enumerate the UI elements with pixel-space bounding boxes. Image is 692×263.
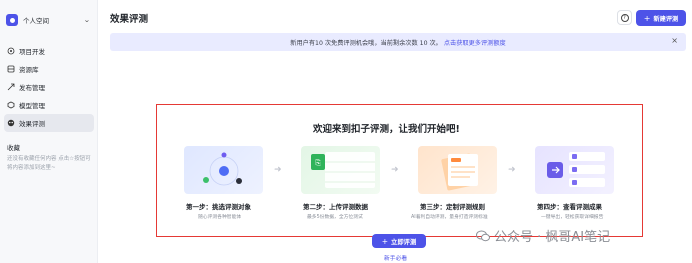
step-card-upload-data: ⎘ [301, 146, 380, 194]
model-icon [7, 101, 15, 109]
sidebar: 个人空间 ⌄ 项目开发 资源库 发布管理 模型管理 效果评测 收藏 还没有收藏任… [0, 0, 98, 263]
step-card-view-results [535, 146, 614, 194]
favorites-empty-text: 还没有收藏任何内容 点击☆按钮可将内容添加到这里~ [7, 156, 91, 171]
step-title: 第三步：定制评测规则 [420, 203, 485, 211]
help-button[interactable]: ? [617, 10, 632, 25]
welcome-title: 欢迎来到扣子评测，让我们开始吧! [313, 124, 460, 135]
publish-icon [7, 83, 15, 91]
step-desc: 最多5份数据，全方位测试 [307, 215, 363, 220]
question-icon: ? [620, 13, 629, 22]
sidebar-item-library[interactable]: 资源库 [4, 60, 94, 78]
page-title: 效果评测 [110, 14, 149, 25]
wechat-watermark: 公众号 · 枫哥AI笔记 [476, 226, 610, 245]
library-icon [7, 65, 15, 73]
sidebar-item-label: 模型管理 [19, 102, 45, 110]
space-name: 个人空间 [23, 17, 49, 25]
step-title: 第四步：查看评测成果 [537, 203, 602, 211]
evaluation-icon [7, 119, 15, 127]
sidebar-item-publish[interactable]: 发布管理 [4, 78, 94, 96]
sidebar-item-model[interactable]: 模型管理 [4, 96, 94, 114]
svg-text:⎘: ⎘ [315, 159, 321, 167]
step-desc: 一键导出，轻松获取详细报告 [541, 215, 604, 220]
watermark-text: 公众号 · 枫哥AI笔记 [494, 230, 611, 245]
space-avatar-icon [6, 14, 18, 26]
sidebar-nav: 项目开发 资源库 发布管理 模型管理 效果评测 [4, 42, 94, 132]
step-desc: AI着利自动评测，量身打造评测标准 [411, 215, 488, 220]
step-title: 第二步：上传评测数据 [303, 203, 368, 211]
new-evaluation-button[interactable]: + 新建评测 [636, 10, 686, 26]
start-evaluation-button[interactable]: + 立即评测 [372, 234, 426, 248]
sidebar-item-evaluation[interactable]: 效果评测 [4, 114, 94, 132]
start-evaluation-label: 立即评测 [391, 238, 417, 246]
close-icon[interactable]: × [671, 36, 678, 45]
beginner-guide-link[interactable]: 新手必看 [384, 253, 407, 262]
step-card-select-target [184, 146, 263, 194]
new-evaluation-label: 新建评测 [653, 15, 679, 23]
sidebar-item-label: 效果评测 [19, 120, 45, 128]
get-more-quota-link[interactable]: 点击获取更多评测额度 [444, 38, 506, 47]
space-switcher[interactable]: 个人空间 ⌄ [6, 12, 94, 28]
sidebar-item-label: 项目开发 [19, 48, 45, 56]
banner-text: 新用户有10 次免费评测机会哦，当前剩余次数 10 次。 [290, 39, 442, 47]
favorites-title: 收藏 [7, 144, 20, 152]
step-title: 第一步：挑选评测对象 [186, 203, 251, 211]
arrow-right-icon: ➜ [391, 165, 399, 175]
step-card-customize-rules [418, 146, 497, 194]
step-desc: 随心评测各种智能体 [198, 215, 242, 220]
plus-icon: + [643, 13, 651, 23]
chevron-down-icon: ⌄ [83, 16, 91, 24]
sidebar-item-label: 资源库 [19, 66, 39, 74]
arrow-right-icon: ➜ [274, 165, 282, 175]
project-icon [7, 47, 15, 55]
free-quota-banner: 新用户有10 次免费评测机会哦，当前剩余次数 10 次。 点击获取更多评测额度 … [110, 33, 686, 51]
arrow-right-icon: ➜ [508, 165, 516, 175]
rules-document-illustration-icon [441, 153, 478, 191]
wechat-icon [476, 230, 490, 241]
sidebar-item-project[interactable]: 项目开发 [4, 42, 94, 60]
sidebar-item-label: 发布管理 [19, 84, 45, 92]
plus-icon: + [381, 236, 389, 246]
report-export-illustration-icon [547, 152, 605, 187]
target-orbit-illustration-icon [203, 152, 242, 186]
spreadsheet-illustration-icon: ⎘ [311, 152, 375, 188]
